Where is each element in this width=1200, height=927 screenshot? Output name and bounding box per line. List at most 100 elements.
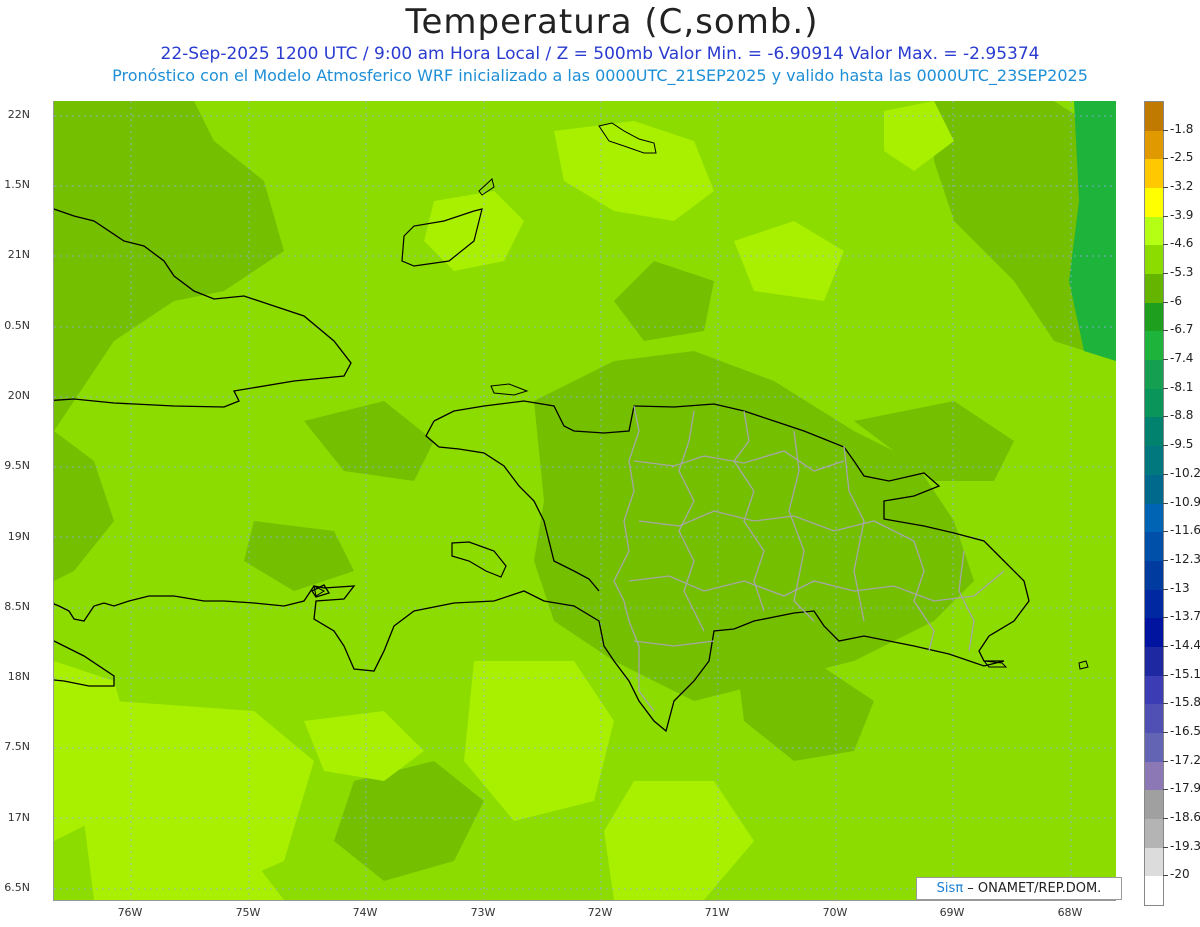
model-info-line: Pronóstico con el Modelo Atmosferico WRF… <box>112 66 1088 85</box>
lat-label: 19N <box>7 530 30 543</box>
colorbar-tick <box>1163 187 1168 189</box>
colorbar-tick <box>1163 502 1168 504</box>
colorbar-segment <box>1145 302 1163 332</box>
colorbar-segment <box>1145 818 1163 849</box>
colorbar-tick <box>1163 674 1168 676</box>
colorbar-label: -18.6 <box>1170 809 1200 824</box>
colorbar-segment <box>1145 847 1163 877</box>
colorbar-tick <box>1163 244 1168 246</box>
colorbar-segment <box>1145 331 1163 361</box>
colorbar-segment <box>1145 159 1163 189</box>
lat-label: 20N <box>7 389 30 402</box>
colorbar-segment <box>1145 417 1163 447</box>
colorbar-segment <box>1145 646 1163 677</box>
lat-label: 9.5N <box>4 459 30 472</box>
lon-label: 68W <box>1057 906 1083 919</box>
colorbar-label: -2.5 <box>1170 150 1194 165</box>
colorbar-label: -1.8 <box>1170 121 1194 136</box>
colorbar <box>1144 101 1164 906</box>
colorbar-tick <box>1163 445 1168 447</box>
colorbar-label: -4.6 <box>1170 236 1194 251</box>
credit-pi: π <box>955 881 964 896</box>
colorbar-tick <box>1163 703 1168 705</box>
lon-label: 72W <box>587 906 613 919</box>
colorbar-tick <box>1163 273 1168 275</box>
colorbar-tick <box>1163 129 1168 131</box>
lon-label: 69W <box>939 906 965 919</box>
credit-text: – ONAMET/REP.DOM. <box>967 881 1102 896</box>
colorbar-tick <box>1163 760 1168 762</box>
colorbar-segment <box>1145 446 1163 476</box>
colorbar-label: -17.9 <box>1170 781 1200 796</box>
colorbar-label: -12.3 <box>1170 551 1200 566</box>
colorbar-label: -10.2 <box>1170 465 1200 480</box>
colorbar-label: -20 <box>1170 867 1190 882</box>
colorbar-label: -13 <box>1170 580 1190 595</box>
lat-label: 6.5N <box>4 881 30 894</box>
colorbar-tick <box>1163 588 1168 590</box>
colorbar-tick <box>1163 473 1168 475</box>
colorbar-segment <box>1145 589 1163 619</box>
colorbar-label: -8.8 <box>1170 408 1194 423</box>
colorbar-label: -10.9 <box>1170 494 1200 509</box>
colorbar-segment <box>1145 274 1163 304</box>
colorbar-tick <box>1163 846 1168 848</box>
colorbar-segment <box>1145 188 1163 218</box>
lon-label: 73W <box>470 906 496 919</box>
lat-label: 21N <box>7 248 30 261</box>
colorbar-tick <box>1163 817 1168 819</box>
colorbar-segment <box>1145 130 1163 160</box>
lat-label: 17N <box>7 811 30 824</box>
colorbar-label: -6 <box>1170 293 1182 308</box>
lat-label: 18N <box>7 670 30 683</box>
colorbar-label: -7.4 <box>1170 351 1194 366</box>
colorbar-segment <box>1145 532 1163 562</box>
colorbar-segment <box>1145 216 1163 246</box>
colorbar-segment <box>1145 732 1163 763</box>
colorbar-label: -15.8 <box>1170 695 1200 710</box>
colorbar-tick <box>1163 416 1168 418</box>
lat-label: 1.5N <box>4 178 30 191</box>
colorbar-tick <box>1163 645 1168 647</box>
colorbar-label: -5.3 <box>1170 265 1194 280</box>
colorbar-tick <box>1163 387 1168 389</box>
colorbar-segment <box>1145 388 1163 418</box>
colorbar-tick <box>1163 789 1168 791</box>
colorbar-segment <box>1145 761 1163 791</box>
lon-label: 71W <box>704 906 730 919</box>
colorbar-tick <box>1163 731 1168 733</box>
colorbar-label: -6.7 <box>1170 322 1194 337</box>
colorbar-tick <box>1163 330 1168 332</box>
temperature-map <box>53 101 1116 901</box>
colorbar-label: -3.9 <box>1170 207 1194 222</box>
lat-label: 7.5N <box>4 740 30 753</box>
colorbar-segment <box>1145 876 1163 906</box>
colorbar-segment <box>1145 675 1163 705</box>
lon-label: 74W <box>352 906 378 919</box>
colorbar-label: -16.5 <box>1170 723 1200 738</box>
lon-label: 70W <box>822 906 848 919</box>
colorbar-segment <box>1145 503 1163 533</box>
colorbar-segment <box>1145 560 1163 591</box>
colorbar-tick <box>1163 875 1168 877</box>
colorbar-label: -13.7 <box>1170 609 1200 624</box>
colorbar-label: -14.4 <box>1170 637 1200 652</box>
credit-brand: Sis <box>936 881 956 896</box>
colorbar-tick <box>1163 559 1168 561</box>
colorbar-segment <box>1145 102 1163 132</box>
colorbar-segment <box>1145 474 1163 504</box>
colorbar-label: -11.6 <box>1170 523 1200 538</box>
colorbar-label: -9.5 <box>1170 437 1194 452</box>
colorbar-tick <box>1163 359 1168 361</box>
lat-label: 22N <box>7 108 30 121</box>
colorbar-tick <box>1163 158 1168 160</box>
colorbar-segment <box>1145 245 1163 275</box>
lat-label: 8.5N <box>4 600 30 613</box>
colorbar-tick <box>1163 301 1168 303</box>
valid-time-line: 22-Sep-2025 1200 UTC / 9:00 am Hora Loca… <box>160 44 1040 64</box>
colorbar-label: -8.1 <box>1170 379 1194 394</box>
colorbar-label: -15.1 <box>1170 666 1200 681</box>
credit-box: Sisπ – ONAMET/REP.DOM. <box>916 877 1122 900</box>
colorbar-label: -3.2 <box>1170 179 1194 194</box>
colorbar-segment <box>1145 360 1163 390</box>
